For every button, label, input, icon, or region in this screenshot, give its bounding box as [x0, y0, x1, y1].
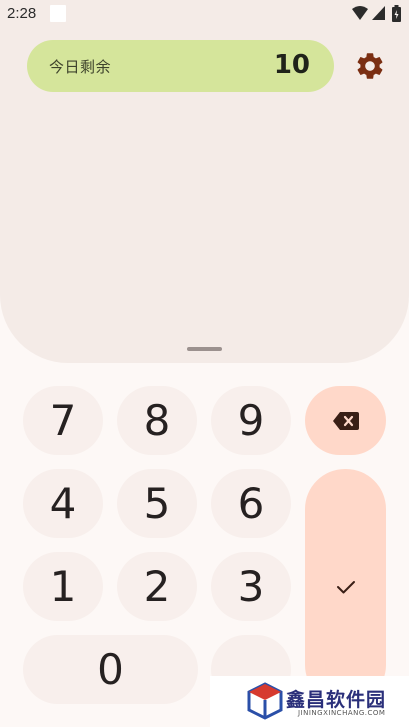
- key-2[interactable]: 2: [117, 552, 197, 621]
- watermark-title: 鑫昌软件园: [286, 689, 387, 711]
- watermark-subtitle: JININGXINCHANG.COM: [298, 709, 386, 717]
- battery-icon: [392, 5, 401, 22]
- top-panel: 今日剩余 10: [0, 0, 409, 363]
- key-5[interactable]: 5: [117, 469, 197, 538]
- gear-icon: [357, 53, 383, 79]
- remaining-today-pill[interactable]: 今日剩余 10: [27, 40, 334, 92]
- key-4[interactable]: 4: [23, 469, 103, 538]
- confirm-button[interactable]: [305, 469, 386, 705]
- status-time: 2:28: [7, 5, 37, 22]
- settings-button[interactable]: [352, 48, 388, 84]
- key-6[interactable]: 6: [211, 469, 291, 538]
- key-1[interactable]: 1: [23, 552, 103, 621]
- key-0[interactable]: 0: [23, 635, 198, 704]
- key-9[interactable]: 9: [211, 386, 291, 455]
- key-3[interactable]: 3: [211, 552, 291, 621]
- key-8[interactable]: 8: [117, 386, 197, 455]
- notification-icon: [50, 5, 66, 22]
- signal-icon: [372, 6, 385, 20]
- cube-logo-icon: [247, 682, 283, 720]
- remaining-today-label: 今日剩余: [49, 58, 112, 76]
- backspace-icon: [332, 411, 359, 430]
- delete-button[interactable]: [305, 386, 386, 455]
- drag-handle[interactable]: [187, 347, 222, 351]
- key-7[interactable]: 7: [23, 386, 103, 455]
- watermark: 鑫昌软件园 JININGXINCHANG.COM: [210, 676, 409, 727]
- remaining-today-value: 10: [273, 50, 310, 80]
- check-icon: [336, 581, 355, 594]
- wifi-icon: [352, 6, 368, 20]
- status-bar: 2:28: [0, 0, 409, 28]
